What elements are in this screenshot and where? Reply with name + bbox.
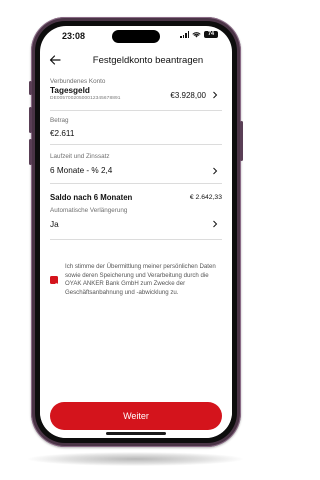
battery-icon: 74 [204, 31, 218, 38]
status-time: 23:08 [62, 31, 86, 41]
phone-frame: 23:08 74 Festgeldkonto beantragen Verbun… [29, 17, 243, 447]
balance-after-value: € 2.642,33 [189, 194, 222, 201]
volume-down-button [29, 139, 32, 165]
signal-icon [180, 31, 189, 38]
arrow-left-icon[interactable] [49, 54, 61, 66]
action-button [29, 81, 32, 95]
connected-account-label: Verbundenes Konto [50, 78, 106, 85]
divider [50, 110, 222, 111]
amount-label: Betrag [50, 117, 69, 124]
amount-row[interactable]: Betrag €2.611 [50, 117, 222, 139]
divider [50, 183, 222, 184]
balance-after-row: Saldo nach 6 Monaten € 2.642,33 [50, 193, 222, 205]
volume-up-button [29, 107, 32, 133]
auto-renewal-label: Automatische Verlängerung [50, 207, 128, 214]
term-label: Laufzeit und Zinssatz [50, 153, 110, 160]
chevron-right-icon [213, 167, 218, 175]
connected-account-row[interactable]: Verbundenes Konto Tagesgeld DE0057002050… [50, 78, 222, 108]
app-header: Festgeldkonto beantragen [40, 51, 232, 71]
status-bar: 23:08 74 [40, 26, 232, 48]
wifi-icon [192, 32, 201, 38]
term-value: 6 Monate - % 2,4 [50, 166, 113, 175]
chevron-right-icon [213, 220, 218, 228]
power-button [240, 121, 243, 161]
continue-button[interactable]: Weiter [50, 402, 222, 430]
dynamic-island [112, 30, 160, 43]
amount-value[interactable]: €2.611 [50, 129, 222, 138]
phone-shadow [28, 452, 243, 466]
checkmark-icon [51, 282, 57, 288]
home-indicator [106, 432, 166, 435]
consent-text: Ich stimme der Übermittlung meiner persö… [65, 263, 216, 296]
divider [50, 239, 222, 240]
connected-account-balance: €3.928,00 [170, 91, 206, 100]
page-title: Festgeldkonto beantragen [92, 55, 204, 66]
term-row[interactable]: Laufzeit und Zinssatz 6 Monate - % 2,4 [50, 153, 222, 177]
divider [50, 144, 222, 145]
auto-renewal-row[interactable]: Automatische Verlängerung Ja [50, 207, 222, 233]
auto-renewal-value: Ja [50, 220, 59, 229]
screen: 23:08 74 Festgeldkonto beantragen Verbun… [40, 26, 232, 438]
status-icons: 74 [180, 31, 218, 38]
consent-checkbox[interactable] [50, 276, 58, 288]
chevron-right-icon [213, 91, 218, 99]
